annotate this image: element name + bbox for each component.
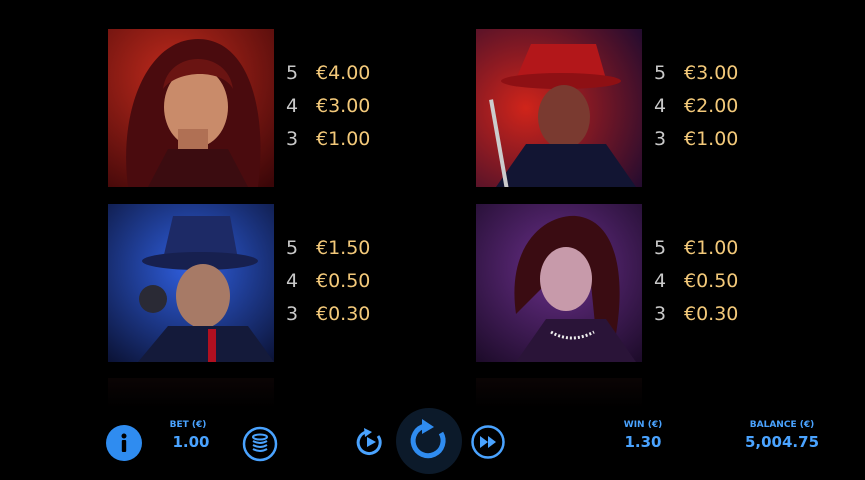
bet-value: 1.00 bbox=[172, 433, 210, 451]
pay-count: 3 bbox=[654, 128, 667, 150]
pay-value: €0.50 bbox=[684, 270, 739, 292]
pay-value: €1.00 bbox=[684, 128, 739, 150]
info-icon bbox=[121, 433, 127, 452]
pay-count: 3 bbox=[286, 128, 299, 150]
info-button[interactable] bbox=[106, 425, 142, 461]
pay-row: 5 €4.00 bbox=[286, 57, 370, 90]
win-label: WIN (€) bbox=[623, 420, 663, 430]
pay-count: 3 bbox=[286, 303, 299, 325]
win-value: 1.30 bbox=[624, 433, 662, 451]
pay-count: 5 bbox=[286, 237, 299, 259]
man-red-fedora-symbol bbox=[476, 29, 642, 187]
pay-count: 4 bbox=[286, 270, 299, 292]
pay-value: €0.30 bbox=[316, 303, 371, 325]
pay-value: €1.00 bbox=[316, 128, 371, 150]
red-haired-woman-symbol bbox=[108, 29, 274, 187]
paytable-symbol-3: 5 €1.50 4 €0.50 3 €0.30 bbox=[286, 232, 370, 331]
pay-value: €4.00 bbox=[316, 62, 371, 84]
pay-row: 4 €2.00 bbox=[654, 90, 738, 123]
balance-label: BALANCE (€) bbox=[749, 420, 815, 430]
paytable-symbol-4: 5 €1.00 4 €0.50 3 €0.30 bbox=[654, 232, 738, 331]
pay-row: 3 €0.30 bbox=[654, 298, 738, 331]
pay-value: €3.00 bbox=[684, 62, 739, 84]
spin-icon bbox=[410, 419, 446, 459]
bet-label: BET (€) bbox=[169, 420, 207, 430]
pay-row: 3 €1.00 bbox=[654, 123, 738, 156]
pay-count: 5 bbox=[654, 237, 667, 259]
gangster-gun-symbol bbox=[108, 204, 274, 362]
bet-settings-button[interactable] bbox=[242, 426, 278, 462]
paytable-symbol-2: 5 €3.00 4 €2.00 3 €1.00 bbox=[654, 57, 738, 156]
pay-value: €0.50 bbox=[316, 270, 371, 292]
pay-count: 4 bbox=[654, 270, 667, 292]
pay-count: 4 bbox=[654, 95, 667, 117]
turbo-icon bbox=[471, 425, 505, 459]
pay-row: 5 €3.00 bbox=[654, 57, 738, 90]
coin-stack-icon bbox=[242, 426, 278, 462]
autoplay-icon bbox=[356, 428, 382, 456]
pay-count: 3 bbox=[654, 303, 667, 325]
pay-row: 3 €1.00 bbox=[286, 123, 370, 156]
woman-pearls-symbol bbox=[476, 204, 642, 362]
pay-value: €2.00 bbox=[684, 95, 739, 117]
next-symbol-peek bbox=[476, 378, 642, 408]
pay-value: €0.30 bbox=[684, 303, 739, 325]
pay-count: 5 bbox=[654, 62, 667, 84]
pay-value: €3.00 bbox=[316, 95, 371, 117]
pay-row: 4 €3.00 bbox=[286, 90, 370, 123]
pay-row: 5 €1.50 bbox=[286, 232, 370, 265]
pay-count: 4 bbox=[286, 95, 299, 117]
spin-button[interactable] bbox=[396, 408, 462, 474]
pay-row: 3 €0.30 bbox=[286, 298, 370, 331]
pay-value: €1.00 bbox=[684, 237, 739, 259]
balance-value: 5,004.75 bbox=[744, 433, 820, 451]
turbo-button[interactable] bbox=[470, 424, 506, 460]
pay-count: 5 bbox=[286, 62, 299, 84]
paytable-symbol-1: 5 €4.00 4 €3.00 3 €1.00 bbox=[286, 57, 370, 156]
pay-row: 4 €0.50 bbox=[654, 265, 738, 298]
pay-row: 5 €1.00 bbox=[654, 232, 738, 265]
autoplay-button[interactable] bbox=[352, 424, 388, 460]
pay-value: €1.50 bbox=[316, 237, 371, 259]
pay-row: 4 €0.50 bbox=[286, 265, 370, 298]
next-symbol-peek bbox=[108, 378, 274, 408]
